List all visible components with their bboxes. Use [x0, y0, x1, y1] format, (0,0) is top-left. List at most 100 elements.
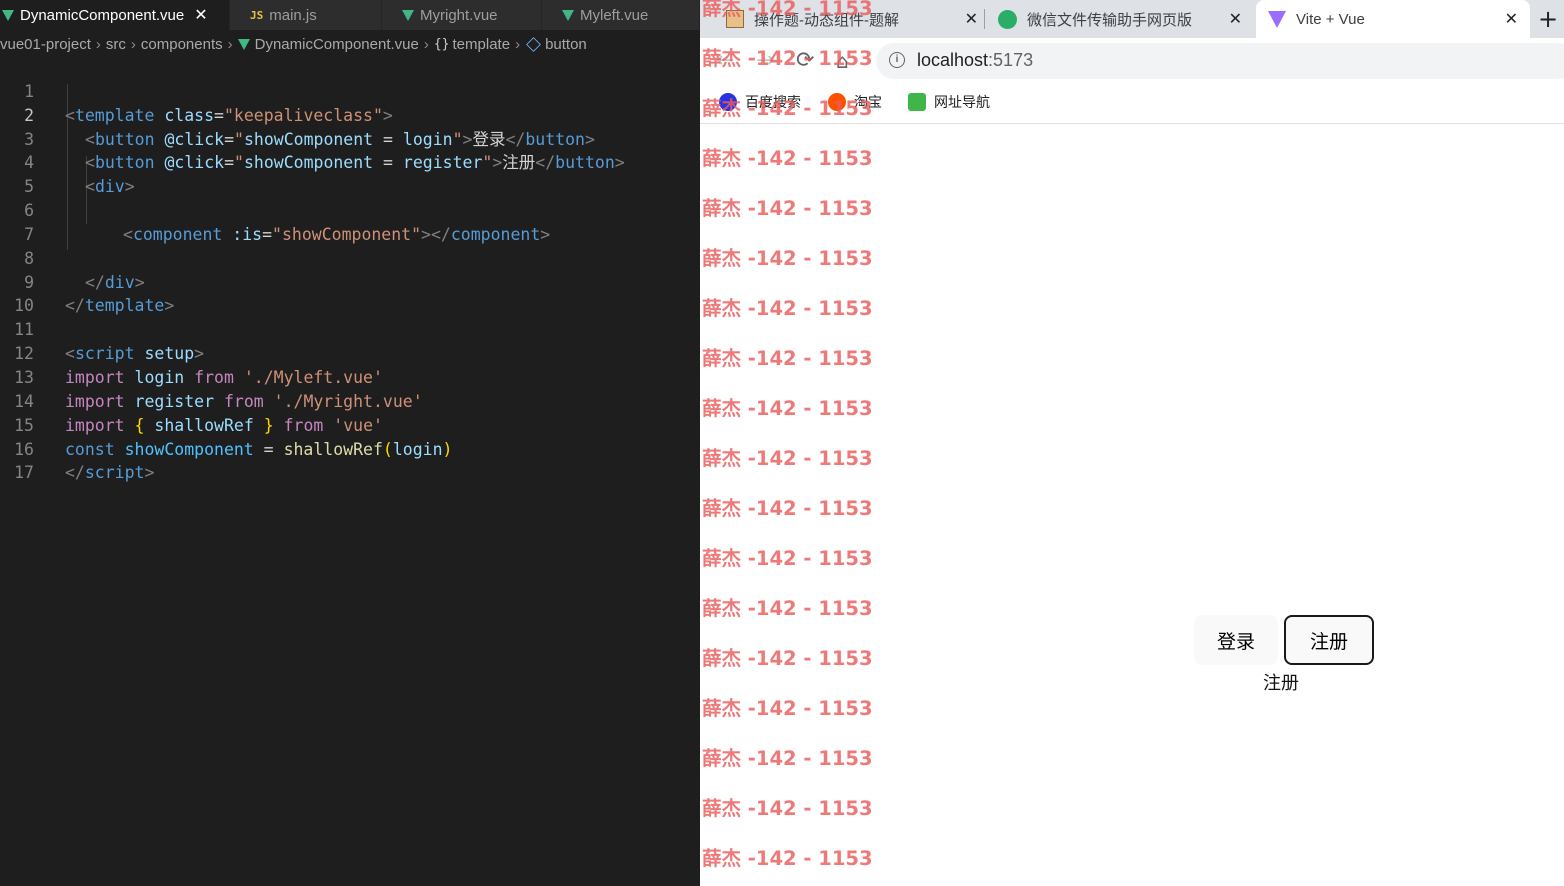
code-line: 11 <script setup>	[0, 294, 700, 363]
editor-tab-bar: DynamicComponent.vue ✕ JS main.js Myrigh…	[0, 0, 700, 30]
code-line: 17	[0, 438, 700, 482]
watermark-text: 薛杰 -142 - 1153	[702, 597, 873, 620]
register-button[interactable]: 注册	[1284, 615, 1374, 665]
braces-icon: {}	[433, 36, 450, 52]
browser-window: 操作题-动态组件-题解 ✕ 微信文件传输助手网页版 ✕ Vite + Vue ✕…	[700, 0, 1564, 886]
reload-icon[interactable]: ⟳	[796, 48, 814, 73]
vue-file-icon	[562, 9, 574, 21]
code-line: 9 </template>	[0, 247, 700, 316]
bookmark-nav-site[interactable]: 网址导航	[908, 92, 990, 112]
code-line: 12 import login from './Myleft.vue'	[0, 318, 700, 387]
address-bar[interactable]: i localhost:5173	[876, 43, 1564, 79]
back-arrow-icon[interactable]: ←	[716, 48, 734, 73]
dynamic-component-output: 注册	[1263, 673, 1299, 694]
chevron-right-icon: ›	[130, 35, 136, 53]
watermark-overlay: 薛杰 -142 - 1153 薛杰 -142 - 1153 薛杰 -142 - …	[700, 0, 940, 886]
bookmark-baidu[interactable]: 百度搜索	[719, 92, 801, 112]
watermark-text: 薛杰 -142 - 1153	[702, 297, 873, 320]
watermark-text: 薛杰 -142 - 1153	[702, 847, 873, 870]
chevron-right-icon: ›	[515, 35, 521, 53]
browser-tab-strip: 操作题-动态组件-题解 ✕ 微信文件传输助手网页版 ✕ Vite + Vue ✕…	[700, 0, 1564, 38]
home-icon[interactable]: ⌂	[836, 49, 849, 73]
editor-tab-myleft[interactable]: Myleft.vue	[542, 0, 700, 30]
code-line: 14 import { shallowRef } from 'vue'	[0, 366, 700, 435]
watermark-text: 薛杰 -142 - 1153	[702, 797, 873, 820]
watermark-text: 薛杰 -142 - 1153	[702, 447, 873, 470]
browser-tab-wechat[interactable]: 微信文件传输助手网页版 ✕	[986, 0, 1254, 38]
editor-tab-main-js[interactable]: JS main.js	[230, 0, 382, 30]
browser-tab-label: 微信文件传输助手网页版	[1027, 11, 1193, 29]
code-line: 10	[0, 271, 700, 315]
code-text: </script>	[65, 463, 155, 483]
close-icon[interactable]: ✕	[1229, 9, 1242, 29]
code-line: 13 import register from './Myright.vue'	[0, 342, 700, 411]
browser-tab-label: Vite + Vue	[1296, 10, 1365, 28]
login-button[interactable]: 登录	[1194, 615, 1278, 665]
bookmark-taobao[interactable]: 淘宝	[828, 92, 882, 112]
tab-divider	[984, 9, 985, 29]
code-area[interactable]: 1 <template class="keepaliveclass"> 2 <b…	[0, 56, 700, 483]
editor-tab-myright[interactable]: Myright.vue	[382, 0, 542, 30]
vue-file-icon	[402, 9, 414, 21]
browser-tab-vite[interactable]: Vite + Vue ✕	[1256, 0, 1530, 38]
watermark-text: 薛杰 -142 - 1153	[702, 647, 873, 670]
vue-file-icon	[237, 38, 250, 50]
document-favicon-icon	[726, 10, 744, 28]
vite-favicon-icon	[1268, 10, 1286, 28]
watermark-text: 薛杰 -142 - 1153	[702, 747, 873, 770]
breadcrumb-src[interactable]: src	[106, 36, 126, 53]
code-line: 8 </div>	[0, 223, 700, 292]
breadcrumb-components[interactable]: components	[141, 36, 223, 53]
breadcrumb-template[interactable]: template	[453, 36, 511, 53]
watermark-text: 薛杰 -142 - 1153	[702, 397, 873, 420]
code-editor: DynamicComponent.vue ✕ JS main.js Myrigh…	[0, 0, 700, 886]
code-line: 1 <template class="keepaliveclass">	[0, 56, 700, 125]
breadcrumb-button[interactable]: button	[545, 36, 587, 53]
close-icon[interactable]: ✕	[965, 9, 978, 29]
code-line: 2 <button @click="showComponent = login"…	[0, 80, 700, 149]
breadcrumb: vue01-project › src › components › Dynam…	[0, 31, 700, 57]
info-icon[interactable]: i	[889, 52, 905, 68]
code-line: 5	[0, 151, 700, 196]
bookmark-label: 百度搜索	[745, 94, 801, 110]
watermark-text: 薛杰 -142 - 1153	[702, 197, 873, 220]
bookmark-label: 网址导航	[934, 94, 990, 110]
taobao-icon	[828, 93, 846, 111]
breadcrumb-project[interactable]: vue01-project	[0, 36, 91, 53]
code-line: 3 <button @click="showComponent = regist…	[0, 104, 700, 173]
editor-tab-label: main.js	[269, 6, 317, 24]
editor-tab-dynamiccomponent[interactable]: DynamicComponent.vue ✕	[0, 0, 230, 30]
breadcrumb-file[interactable]: DynamicComponent.vue	[255, 36, 419, 53]
watermark-text: 薛杰 -142 - 1153	[702, 547, 873, 570]
js-file-icon: JS	[250, 8, 264, 22]
watermark-text: 薛杰 -142 - 1153	[702, 697, 873, 720]
watermark-text: 薛杰 -142 - 1153	[702, 347, 873, 370]
watermark-text: 薛杰 -142 - 1153	[702, 497, 873, 520]
editor-tab-label: DynamicComponent.vue	[20, 6, 185, 24]
bookmark-label: 淘宝	[854, 94, 882, 110]
chevron-right-icon: ›	[227, 35, 233, 53]
nav-site-icon	[908, 93, 926, 111]
url-text[interactable]: localhost:5173	[917, 50, 1033, 71]
close-icon[interactable]: ✕	[1505, 9, 1518, 29]
line-number: 17	[14, 463, 34, 483]
vue-file-icon	[2, 9, 14, 21]
forward-arrow-icon[interactable]: →	[756, 48, 774, 73]
editor-tab-label: Myright.vue	[420, 6, 498, 24]
code-line: 15 const showComponent = shallowRef(logi…	[0, 390, 700, 459]
editor-tab-label: Myleft.vue	[580, 6, 649, 24]
browser-tab-label: 操作题-动态组件-题解	[754, 11, 899, 29]
code-line: 6 <component :is="showComponent"></compo…	[0, 175, 700, 244]
chevron-right-icon: ›	[95, 35, 101, 53]
watermark-text: 薛杰 -142 - 1153	[702, 247, 873, 270]
cube-icon	[526, 36, 541, 52]
close-icon[interactable]: ✕	[194, 5, 207, 25]
new-tab-icon[interactable]: +	[1538, 5, 1558, 33]
baidu-icon	[719, 93, 737, 111]
code-line: 4 <div>	[0, 128, 700, 196]
code-line: 16 </script>	[0, 414, 700, 483]
wechat-favicon-icon	[998, 9, 1017, 29]
code-line: 7	[0, 199, 700, 244]
bookmarks-bar: 百度搜索 淘宝 网址导航	[700, 86, 1564, 124]
browser-tab-solution[interactable]: 操作题-动态组件-题解 ✕	[714, 0, 990, 38]
